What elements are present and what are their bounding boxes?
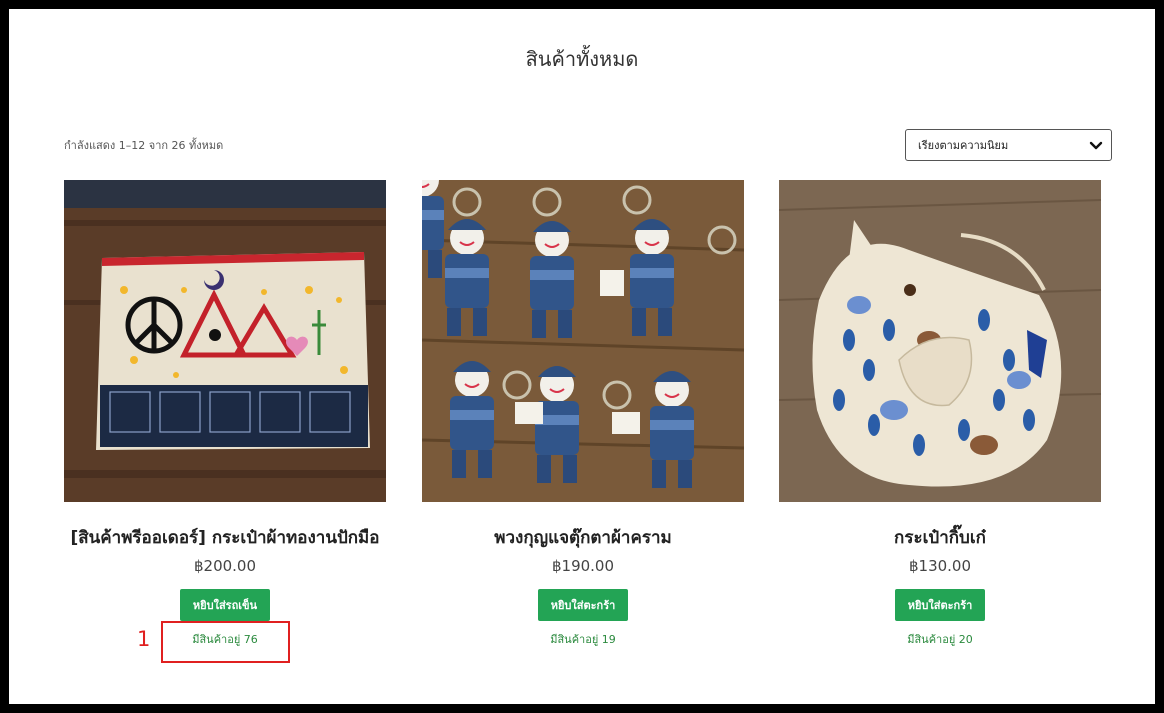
add-to-cart-button[interactable]: หยิบใส่รถเข็น bbox=[179, 589, 271, 621]
stock-status: มีสินค้าอยู่ 20 bbox=[907, 633, 973, 646]
add-to-cart-button[interactable]: หยิบใส่ตะกร้า bbox=[894, 589, 986, 621]
annotation-highlight-box bbox=[161, 621, 290, 663]
product-image-embroidered-pouch[interactable] bbox=[64, 180, 386, 502]
product-card: [สินค้าพรีออเดอร์] กระเป๋าผ้าทองานปักมือ… bbox=[64, 180, 386, 648]
screenshot-frame: สินค้าทั้งหมด กำลังแสดง 1–12 จาก 26 ทั้ง… bbox=[0, 0, 1164, 713]
sort-select[interactable]: เรียงตามความนิยม bbox=[905, 129, 1112, 161]
sort-select-value: เรียงตามความนิยม bbox=[918, 139, 1009, 152]
product-title[interactable]: [สินค้าพรีออเดอร์] กระเป๋าผ้าทองานปักมือ bbox=[64, 526, 386, 550]
product-price: ฿190.00 bbox=[551, 557, 615, 575]
add-to-cart-button[interactable]: หยิบใส่ตะกร้า bbox=[537, 589, 629, 621]
product-image-doll-keychain[interactable] bbox=[422, 180, 744, 502]
result-count: กำลังแสดง 1–12 จาก 26 ทั้งหมด bbox=[64, 139, 224, 152]
product-price: ฿130.00 bbox=[908, 557, 972, 575]
annotation-number: 1 bbox=[137, 627, 151, 651]
product-price: ฿200.00 bbox=[193, 557, 257, 575]
stock-status: มีสินค้าอยู่ 19 bbox=[550, 633, 616, 646]
product-image-elephant-pouch[interactable] bbox=[779, 180, 1101, 502]
chevron-down-icon bbox=[1089, 141, 1103, 150]
product-card: พวงกุญแจตุ๊กตาผ้าคราม ฿190.00 หยิบใส่ตะก… bbox=[422, 180, 744, 648]
shop-page: สินค้าทั้งหมด กำลังแสดง 1–12 จาก 26 ทั้ง… bbox=[9, 9, 1155, 704]
product-title[interactable]: กระเป๋ากิ๊บเก๋ bbox=[779, 526, 1101, 550]
product-card: กระเป๋ากิ๊บเก๋ ฿130.00 หยิบใส่ตะกร้า มีส… bbox=[779, 180, 1101, 648]
product-title[interactable]: พวงกุญแจตุ๊กตาผ้าคราม bbox=[422, 526, 744, 550]
page-title: สินค้าทั้งหมด bbox=[525, 47, 639, 71]
